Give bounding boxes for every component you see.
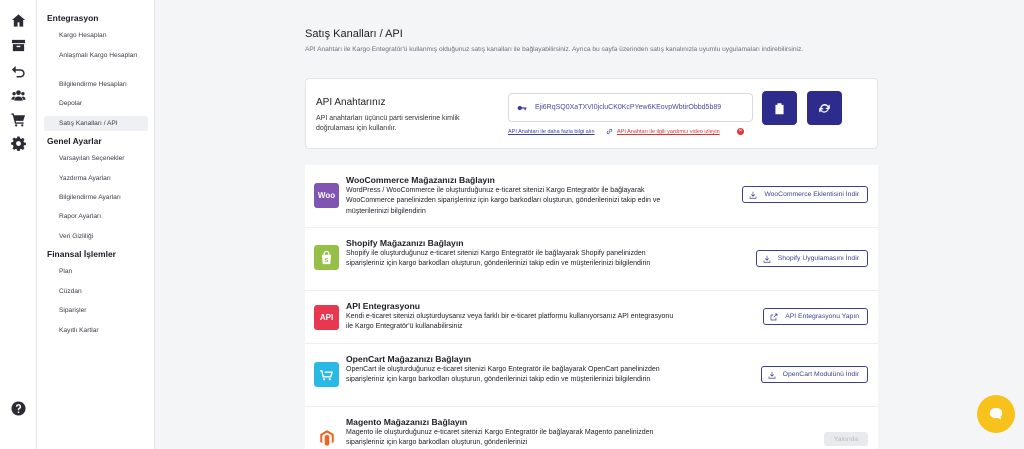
integration-description: Kendi e-ticaret sitenizi oluşturduysanız…	[346, 313, 674, 331]
return-icon[interactable]	[10, 62, 27, 79]
submenu-item-bilgilendirme-ayarlari[interactable]: Bilgilendirme Ayarları	[59, 193, 147, 202]
magento-icon: M	[319, 429, 334, 446]
api-logo: API	[314, 305, 339, 330]
submenu-item-kargo-hesaplari[interactable]: Kargo Hesapları	[59, 31, 147, 40]
submenu-item-rapor-ayarlari[interactable]: Rapor Ayarları	[59, 212, 147, 221]
submenu-item-varsayilan-secenekler[interactable]: Varsayılan Seçenekler	[59, 154, 147, 163]
copy-button[interactable]	[762, 91, 797, 125]
api-key-value: Eji6RqSQ0XaTXVI0jcluCK0KcPYew6KEovpWbtir…	[535, 104, 722, 111]
submenu-item-depolar[interactable]: Depolar	[59, 99, 147, 108]
regenerate-button[interactable]	[807, 91, 842, 125]
api-integration-button[interactable]: API Entegrasyonu Yapın	[763, 308, 868, 325]
submenu-item-satis-kanallari-api[interactable]: Satış Kanalları / API	[44, 116, 148, 131]
icon-rail	[0, 0, 37, 449]
api-key-card: API Anahtarınız API anahtarları üçüncü p…	[305, 78, 878, 149]
archive-icon[interactable]	[10, 37, 27, 54]
button-label: OpenCart Modulünü İndir	[782, 371, 859, 378]
button-label: WooCommerce Eklentisini İndir	[764, 191, 859, 198]
refresh-icon	[819, 103, 830, 113]
submenu-item-cuzdan[interactable]: Cüzdan	[59, 287, 147, 296]
woocommerce-download-button[interactable]: WooCommerce Eklentisini İndir	[742, 186, 868, 203]
home-icon[interactable]	[10, 12, 27, 29]
chat-bubble[interactable]	[977, 395, 1015, 433]
integration-description: WordPress / WooCommerce ile oluşturduğun…	[346, 187, 661, 215]
external-link-icon	[770, 313, 778, 320]
download-icon	[763, 255, 771, 263]
users-icon[interactable]	[10, 87, 27, 104]
api-info-link[interactable]: API Anahtarı ile daha fazla bilgi alın	[508, 129, 595, 135]
settings-submenu: Entegrasyon Kargo Hesapları Anlaşmalı Ka…	[37, 0, 155, 449]
chat-icon	[989, 407, 1003, 420]
integration-row-woocommerce: Woo WooCommerce Mağazanızı Bağlayın Word…	[305, 165, 878, 228]
integration-title: Magento Mağazanızı Bağlayın	[346, 417, 468, 427]
svg-text:M: M	[326, 440, 327, 442]
woocommerce-logo: Woo	[314, 183, 339, 208]
integration-row-shopify: S Shopify Mağazanızı Bağlayın Shopify il…	[305, 228, 878, 291]
page-title: Satış Kanalları / API	[305, 28, 403, 40]
submenu-item-plan[interactable]: Plan	[59, 267, 147, 276]
submenu-item-kayitli-kartlar[interactable]: Kayıtlı Kartlar	[59, 326, 147, 335]
shopify-logo: S	[314, 245, 339, 270]
integrations-list: Woo WooCommerce Mağazanızı Bağlayın Word…	[305, 165, 878, 449]
link-icon	[606, 128, 613, 135]
submenu-item-yazdirma-ayarlari[interactable]: Yazdırma Ayarları	[59, 174, 147, 183]
submenu-item-siparisler[interactable]: Siparişler	[59, 306, 147, 315]
main-content: Satış Kanalları / API API Anahtarı ile K…	[155, 0, 1024, 449]
button-label: Yakında	[833, 435, 859, 443]
magento-logo: M	[314, 425, 339, 449]
download-icon	[768, 371, 776, 379]
integration-row-magento: M Magento Mağazanızı Bağlayın Magento il…	[305, 407, 878, 449]
integration-title: OpenCart Mağazanızı Bağlayın	[346, 354, 472, 364]
gear-icon[interactable]	[10, 135, 27, 152]
integration-description: Magento ile oluşturduğunuz e-ticaret sit…	[346, 429, 654, 447]
api-key-description: API anahtarları üçüncü parti servislerin…	[316, 115, 460, 132]
submenu-item-bilgilendirme-hesaplari[interactable]: Bilgilendirme Hesapları	[59, 80, 147, 89]
clipboard-icon	[775, 102, 784, 114]
integration-row-api: API API Entegrasyonu Kendi e-ticaret sit…	[305, 291, 878, 344]
integration-title: API Entegrasyonu	[346, 301, 421, 311]
help-icon[interactable]	[10, 400, 27, 417]
close-circle-icon: ✕	[737, 128, 744, 135]
cart-icon	[319, 370, 334, 381]
submenu-item-veri-gizliligi[interactable]: Veri Gizliliği	[59, 232, 147, 241]
svg-text:S: S	[325, 258, 329, 264]
integration-description: Shopify ile oluşturduğunuz e-ticaret sit…	[346, 250, 651, 268]
button-label: API Entegrasyonu Yapın	[785, 313, 859, 320]
integration-title: WooCommerce Mağazanızı Bağlayın	[346, 175, 495, 185]
opencart-logo	[314, 362, 339, 387]
integration-row-opencart: OpenCart Mağazanızı Bağlayın OpenCart il…	[305, 344, 878, 407]
page-description: API Anahtarı ile Kargo Entegratör'ü kull…	[305, 46, 804, 53]
button-label: Shopify Uygulamasını İndir	[777, 255, 859, 262]
key-icon	[517, 105, 527, 110]
cart-icon[interactable]	[10, 111, 27, 128]
opencart-download-button[interactable]: OpenCart Modulünü İndir	[760, 366, 868, 383]
download-icon	[749, 191, 757, 199]
section-title-genel-ayarlar: Genel Ayarlar	[47, 136, 102, 146]
shopping-bag-icon: S	[321, 250, 332, 264]
section-title-finansal-islemler: Finansal İşlemler	[47, 249, 116, 259]
shopify-download-button[interactable]: Shopify Uygulamasını İndir	[755, 250, 868, 267]
submenu-item-anlasmali-kargo-hesaplari[interactable]: Anlaşmalı Kargo Hesapları	[59, 51, 147, 60]
api-video-link[interactable]: API Anahtarı ile ilgili yardımcı video i…	[617, 129, 720, 135]
integration-description: OpenCart ile oluşturduğunuz e-ticaret si…	[346, 366, 660, 384]
integration-title: Shopify Mağazanızı Bağlayın	[346, 238, 464, 248]
api-key-title: API Anahtarınız	[316, 97, 386, 108]
section-title-entegrasyon: Entegrasyon	[47, 13, 99, 23]
magento-coming-soon-button: Yakında	[824, 432, 868, 446]
api-key-field[interactable]: Eji6RqSQ0XaTXVI0jcluCK0KcPYew6KEovpWbtir…	[508, 93, 753, 122]
